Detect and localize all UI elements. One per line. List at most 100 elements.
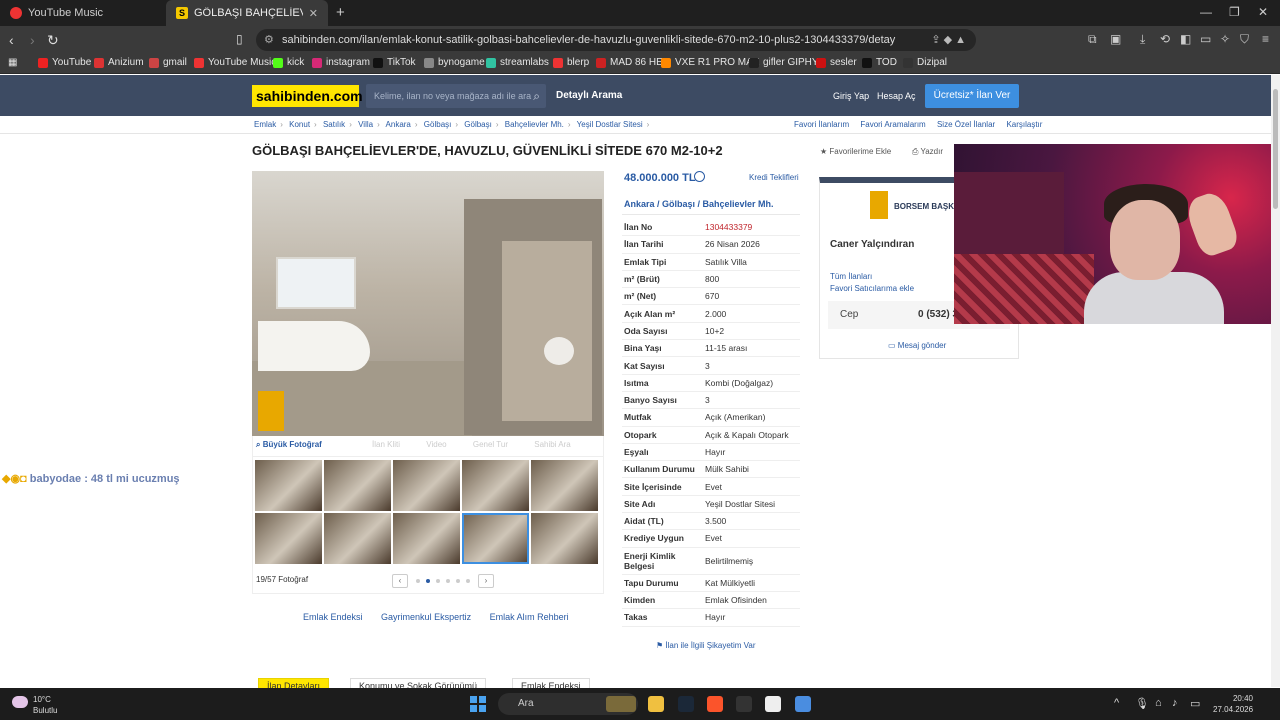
phone-number[interactable]: 0 (532) 3 [918, 309, 958, 320]
shield-icon[interactable]: ⛉ [1240, 32, 1249, 47]
breadcrumb-item[interactable]: Konut [289, 120, 310, 129]
wallet-icon[interactable]: ▭ [1200, 32, 1211, 46]
bookmark-bynogame[interactable]: bynogame [424, 57, 485, 68]
thumbnail[interactable] [255, 460, 322, 511]
thumbnail[interactable] [462, 460, 529, 511]
thumbnail[interactable] [393, 513, 460, 564]
epic-games-icon[interactable] [736, 696, 752, 712]
page-dot-active[interactable] [426, 579, 430, 583]
bookmark-tod[interactable]: TOD [862, 57, 897, 68]
thumbnail-selected[interactable] [462, 513, 529, 564]
bookmark-mad86[interactable]: MAD 86 HE [596, 57, 663, 68]
page-dot[interactable] [416, 579, 420, 583]
bookmark-youtube[interactable]: YouTube [38, 57, 91, 68]
sidebar-icon[interactable]: ◧ [1180, 32, 1191, 46]
breadcrumb-item[interactable]: Gölbaşı [424, 120, 452, 129]
photo-tool-video[interactable]: Video [426, 440, 446, 449]
network-icon[interactable]: ⌂ [1155, 697, 1162, 709]
all-ads-link[interactable]: Tüm İlanları [830, 272, 872, 281]
bookmark-giphy[interactable]: gifler GIPHY [749, 57, 819, 68]
real-estate-index-link[interactable]: Emlak Endeksi [303, 612, 363, 622]
file-explorer-icon[interactable] [648, 696, 664, 712]
location-breadcrumb[interactable]: Ankara / Gölbaşı / Bahçelievler Mh. [624, 199, 774, 209]
download-icon[interactable]: ⤓ [1140, 32, 1145, 47]
windows-start-icon[interactable] [470, 696, 486, 712]
ai-icon[interactable]: ✧ [1220, 32, 1230, 46]
print-link[interactable]: ⎙ Yazdır [912, 147, 943, 157]
clock[interactable]: 20:40 27.04.2026 [1213, 693, 1253, 715]
bookmark-streamlabs[interactable]: streamlabs [486, 57, 549, 68]
maximize-icon[interactable]: ❐ [1229, 5, 1240, 19]
bookmark-gmail[interactable]: gmail [149, 57, 187, 68]
page-dot[interactable] [436, 579, 440, 583]
breadcrumb-item[interactable]: Ankara [386, 120, 411, 129]
favorite-ads-link[interactable]: Favori İlanlarım [794, 120, 849, 129]
bookmark-youtube-music[interactable]: YouTube Music [194, 57, 276, 68]
breadcrumb-item[interactable]: Gölbaşı [464, 120, 492, 129]
bookmark-kick[interactable]: kick [273, 57, 304, 68]
bookmark-blerp[interactable]: blerp [553, 57, 589, 68]
bookmark-tiktok[interactable]: TikTok [373, 57, 416, 68]
next-page-icon[interactable]: › [478, 574, 494, 588]
apps-icon[interactable]: ▦ [8, 57, 17, 68]
volume-icon[interactable]: ♪ [1172, 697, 1178, 709]
minimize-icon[interactable]: — [1200, 5, 1212, 19]
site-logo[interactable]: sahibinden.com [252, 85, 363, 107]
search-icon[interactable]: ⌕ [533, 84, 540, 108]
reload-icon[interactable]: ↻ [47, 32, 59, 49]
mic-icon[interactable]: 🎙 [1135, 697, 1149, 710]
bookmark-instagram[interactable]: instagram [312, 57, 370, 68]
new-tab-icon[interactable]: + [336, 4, 345, 21]
login-link[interactable]: Giriş Yap [833, 91, 869, 101]
back-icon[interactable]: ‹ [9, 32, 14, 48]
battery-icon[interactable]: ▭ [1190, 697, 1200, 710]
advanced-search-link[interactable]: Detaylı Arama [556, 90, 622, 101]
store-icon[interactable] [765, 696, 781, 712]
special-ads-link[interactable]: Size Özel İlanlar [937, 120, 995, 129]
thumbnail[interactable] [393, 460, 460, 511]
brave-icon[interactable] [707, 696, 723, 712]
photo-tool-tour[interactable]: Genel Tur [473, 440, 508, 449]
breadcrumb-item[interactable]: Satılık [323, 120, 345, 129]
price-history-icon[interactable] [694, 171, 705, 182]
url-bar[interactable]: ⚙ sahibinden.com/ilan/emlak-konut-satili… [256, 29, 976, 51]
store-logo[interactable] [870, 191, 888, 219]
close-window-icon[interactable]: ✕ [1258, 5, 1268, 19]
appraisal-link[interactable]: Gayrimenkul Ekspertiz [381, 612, 471, 622]
large-photo-link[interactable]: ⌕ Büyük Fotoğraf [256, 440, 346, 449]
favorite-seller-link[interactable]: Favori Satıcılarıma ekle [830, 284, 914, 293]
bookmark-icon[interactable]: ▯ [236, 32, 243, 46]
forward-icon[interactable]: › [30, 32, 35, 48]
widget-icon[interactable] [606, 696, 636, 712]
thumbnail[interactable] [324, 460, 391, 511]
breadcrumb-item[interactable]: Emlak [254, 120, 276, 129]
page-scrollbar[interactable] [1271, 75, 1280, 687]
prev-page-icon[interactable]: ‹ [392, 574, 408, 588]
steam-icon[interactable] [678, 696, 694, 712]
share-icon[interactable]: ⇪ ◆ ▲ [931, 29, 966, 51]
site-info-icon[interactable]: ⚙ [264, 29, 274, 51]
favorite-searches-link[interactable]: Favori Aramalarım [860, 120, 925, 129]
bookmark-anizium[interactable]: Anizium [94, 57, 144, 68]
history-icon[interactable]: ⟲ [1160, 32, 1170, 46]
tab-youtube-music[interactable]: YouTube Music [0, 0, 165, 26]
thumbnail[interactable] [531, 460, 598, 511]
send-message-link[interactable]: ▭ Mesaj gönder [888, 341, 946, 350]
tab-sahibinden[interactable]: S GÖLBAŞI BAHÇELİEVLER'DE, HA ✕ [166, 0, 328, 26]
thumbnail[interactable] [255, 513, 322, 564]
search-input[interactable]: Kelime, ilan no veya mağaza adı ile ara … [366, 84, 546, 108]
photo-tool-1[interactable]: İlan Kliti [372, 440, 400, 449]
page-dot[interactable] [446, 579, 450, 583]
close-tab-icon[interactable]: ✕ [309, 7, 318, 20]
thumbnail[interactable] [324, 513, 391, 564]
screenshot-icon[interactable]: ▣ [1110, 32, 1121, 46]
menu-icon[interactable]: ≡ [1262, 32, 1269, 46]
app-icon[interactable] [795, 696, 811, 712]
add-favorite-link[interactable]: ★ Favorilerime Ekle [820, 147, 891, 156]
register-link[interactable]: Hesap Aç [877, 91, 916, 101]
thumbnail[interactable] [531, 513, 598, 564]
breadcrumb-item[interactable]: Villa [358, 120, 373, 129]
report-link[interactable]: ⚑ İlan ile İlgili Şikayetim Var [656, 641, 756, 650]
tray-chevron-icon[interactable]: ^ [1114, 697, 1119, 709]
page-dot[interactable] [456, 579, 460, 583]
